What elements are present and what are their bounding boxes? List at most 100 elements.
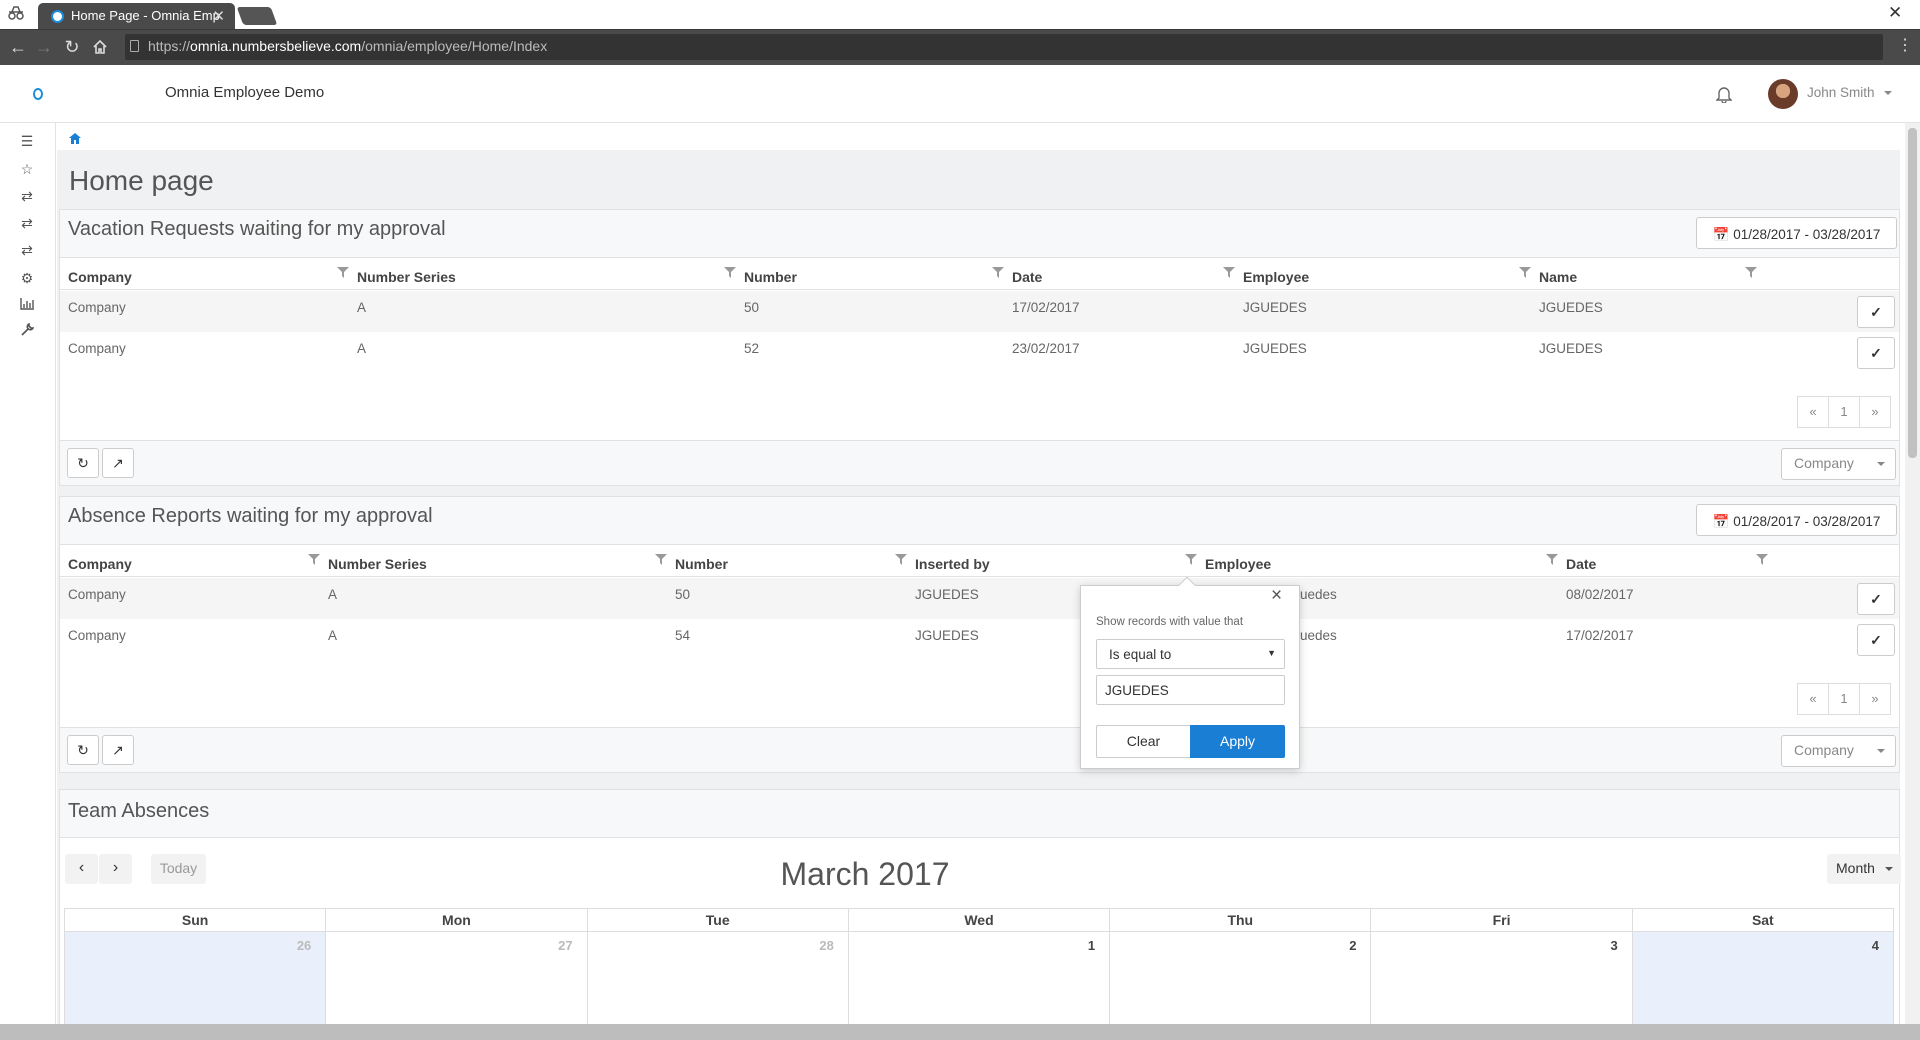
column-header[interactable]: Date <box>1012 269 1042 285</box>
forward-icon[interactable]: → <box>32 35 56 59</box>
page-title: Home page <box>69 165 214 196</box>
transfer-icon[interactable]: ⇄ <box>14 212 40 234</box>
column-header[interactable]: Number Series <box>328 556 427 572</box>
chevron-down-icon <box>1877 462 1885 466</box>
table-row[interactable]: Company A 50 JGUEDES uedes 08/02/2017 ✓ <box>60 578 1899 619</box>
calendar-day[interactable]: 26 <box>65 932 327 1032</box>
scrollbar-thumb[interactable] <box>1908 128 1917 458</box>
close-icon[interactable]: × <box>1271 585 1282 607</box>
table-cell: A <box>357 341 367 356</box>
filter-operator-select[interactable]: Is equal to ▼ <box>1096 639 1285 669</box>
transfer-icon[interactable]: ⇄ <box>14 239 40 261</box>
table-cell: JGUEDES <box>915 587 979 602</box>
date-range-button[interactable]: 📅 01/28/2017 - 03/28/2017 <box>1696 217 1897 249</box>
browser-menu-icon[interactable]: ⋮ <box>1897 35 1913 55</box>
tab-title: Home Page - Omnia Emp <box>71 8 220 23</box>
calendar-day[interactable]: 3 <box>1371 932 1633 1032</box>
gear-icon[interactable]: ⚙ <box>14 267 40 289</box>
column-header[interactable]: Inserted by <box>915 556 990 572</box>
pager-next[interactable]: » <box>1859 396 1891 428</box>
bar-chart-icon[interactable] <box>14 293 40 315</box>
column-header[interactable]: Name <box>1539 269 1577 285</box>
filter-funnel-icon[interactable] <box>1223 267 1235 278</box>
column-header[interactable]: Number <box>744 269 797 285</box>
bottom-bar <box>0 1024 1920 1040</box>
url-field[interactable]: https://omnia.numbersbelieve.com/omnia/e… <box>125 34 1883 60</box>
filter-funnel-icon[interactable] <box>1519 267 1531 278</box>
page-info-icon <box>130 40 139 52</box>
table-row[interactable]: Company A 54 JGUEDES uedes 17/02/2017 ✓ <box>60 619 1899 660</box>
calendar-day[interactable]: 28 <box>588 932 849 1032</box>
calendar-day[interactable]: 2 <box>1110 932 1372 1032</box>
pager-page[interactable]: 1 <box>1828 683 1860 715</box>
pager-page[interactable]: 1 <box>1828 396 1860 428</box>
table-row[interactable]: Company A 52 23/02/2017 JGUEDES JGUEDES … <box>60 332 1899 373</box>
approve-check-button[interactable]: ✓ <box>1857 624 1895 656</box>
column-header[interactable]: Number Series <box>357 269 456 285</box>
star-icon[interactable]: ☆ <box>14 158 40 180</box>
table-row[interactable]: Company A 50 17/02/2017 JGUEDES JGUEDES … <box>60 291 1899 332</box>
column-header[interactable]: Company <box>68 556 132 572</box>
filter-funnel-icon[interactable] <box>895 554 907 565</box>
date-range-button[interactable]: 📅 01/28/2017 - 03/28/2017 <box>1696 504 1897 536</box>
approve-check-button[interactable]: ✓ <box>1857 296 1895 328</box>
pager-prev[interactable]: « <box>1797 683 1829 715</box>
filter-apply-button[interactable]: Apply <box>1190 725 1285 758</box>
filter-funnel-icon[interactable] <box>992 267 1004 278</box>
weekday-header: Sun <box>65 909 327 932</box>
reload-icon[interactable]: ↻ <box>60 35 84 59</box>
new-tab-button[interactable] <box>236 7 278 25</box>
filter-value-input[interactable] <box>1096 675 1285 705</box>
panel-title: Team Absences <box>68 800 210 822</box>
refresh-button[interactable]: ↻ <box>67 448 99 478</box>
calendar-icon: 📅 <box>1712 514 1730 529</box>
team-absences-panel: Team Absences ‹ › Today March 2017 Month… <box>59 789 1901 1040</box>
browser-tab[interactable]: Home Page - Omnia Emp ✕ <box>38 3 235 29</box>
table-header-row: Company Number Series Number Inserted by… <box>60 547 1899 577</box>
close-tab-icon[interactable]: ✕ <box>212 7 225 25</box>
open-external-button[interactable]: ↗ <box>102 735 134 765</box>
close-window-icon[interactable]: ✕ <box>1888 3 1902 23</box>
approve-check-button[interactable]: ✓ <box>1857 583 1895 615</box>
calendar-view-dropdown[interactable]: Month <box>1827 854 1901 884</box>
column-header[interactable]: Date <box>1566 556 1596 572</box>
home-icon[interactable] <box>88 35 112 59</box>
panel-header: Absence Reports waiting for my approval … <box>60 497 1899 545</box>
table-cell: 08/02/2017 <box>1566 587 1634 602</box>
filter-funnel-icon[interactable] <box>1745 267 1757 278</box>
column-header[interactable]: Employee <box>1243 269 1309 285</box>
column-header[interactable]: Number <box>675 556 728 572</box>
filter-funnel-icon[interactable] <box>1756 554 1768 565</box>
refresh-button[interactable]: ↻ <box>67 735 99 765</box>
column-header[interactable]: Company <box>68 269 132 285</box>
filter-funnel-icon[interactable] <box>1546 554 1558 565</box>
calendar-day[interactable]: 1 <box>849 932 1111 1032</box>
chevron-down-icon <box>1884 867 1893 872</box>
company-dropdown[interactable]: Company <box>1781 448 1896 480</box>
pager-next[interactable]: » <box>1859 683 1891 715</box>
main-content: Home page Vacation Requests waiting for … <box>57 123 1901 1040</box>
omnia-logo-icon[interactable] <box>33 88 43 100</box>
calendar-day[interactable]: 4 <box>1632 932 1894 1032</box>
company-dropdown[interactable]: Company <box>1781 735 1896 767</box>
table-cell: Company <box>68 341 126 356</box>
user-menu[interactable]: John Smith <box>1807 85 1893 100</box>
transfer-icon[interactable]: ⇄ <box>14 185 40 207</box>
open-external-button[interactable]: ↗ <box>102 448 134 478</box>
user-avatar[interactable] <box>1768 79 1798 109</box>
filter-funnel-icon[interactable] <box>655 554 667 565</box>
home-icon[interactable] <box>69 131 81 147</box>
column-header[interactable]: Employee <box>1205 556 1271 572</box>
approve-check-button[interactable]: ✓ <box>1857 337 1895 369</box>
pager-prev[interactable]: « <box>1797 396 1829 428</box>
filter-clear-button[interactable]: Clear <box>1096 725 1191 758</box>
menu-icon[interactable]: ☰ <box>14 130 40 152</box>
calendar-day[interactable]: 27 <box>326 932 588 1032</box>
filter-funnel-icon[interactable] <box>724 267 736 278</box>
wrench-icon[interactable] <box>14 319 40 341</box>
filter-funnel-icon[interactable] <box>1185 554 1197 565</box>
filter-funnel-icon[interactable] <box>337 267 349 278</box>
filter-funnel-icon[interactable] <box>308 554 320 565</box>
notifications-bell-icon[interactable] <box>1715 85 1733 106</box>
back-icon[interactable]: ← <box>6 35 30 59</box>
